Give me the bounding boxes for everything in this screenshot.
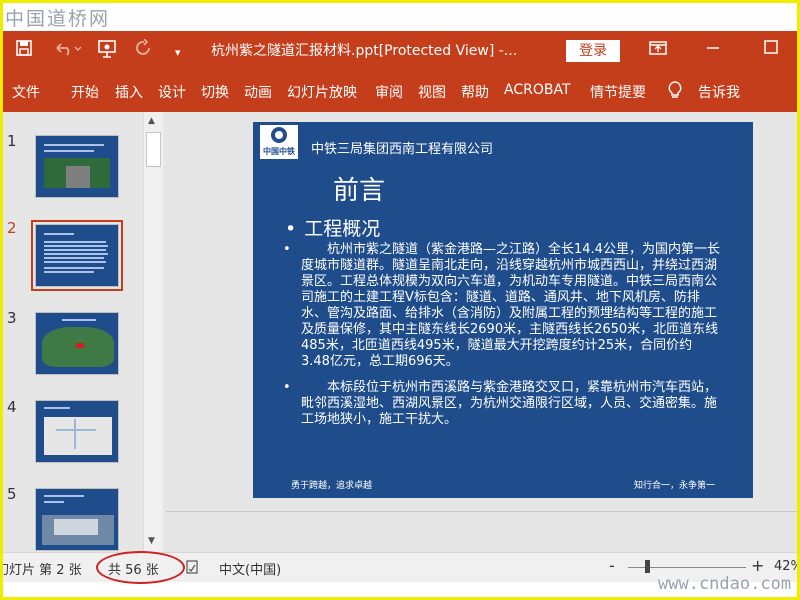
- lightbulb-icon: [668, 81, 682, 98]
- section-heading-text: 工程概况: [304, 218, 381, 240]
- tab-home[interactable]: 开始: [71, 82, 99, 102]
- undo-icon[interactable]: [53, 39, 83, 62]
- maximize-icon[interactable]: [763, 39, 779, 60]
- section-heading: • 工程概况: [285, 214, 380, 241]
- thumbnail-number: 2: [7, 219, 17, 237]
- customize-toolbar-icon[interactable]: ▾: [175, 43, 181, 63]
- notes-divider[interactable]: [166, 511, 797, 512]
- slide-thumbnail-5[interactable]: [35, 488, 119, 551]
- scroll-down-icon[interactable]: ▼: [148, 536, 155, 546]
- thumbnail-number: 5: [7, 485, 17, 503]
- tell-me-search[interactable]: 告诉我: [698, 82, 740, 102]
- document-title: 杭州紫之隧道汇报材料.ppt[Protected View] -...: [211, 43, 518, 59]
- thumbnail-scrollbar[interactable]: ▲ ▼: [143, 112, 163, 552]
- language-indicator[interactable]: 中文(中国): [219, 559, 281, 578]
- slide-title: 前言: [333, 176, 386, 206]
- tab-design[interactable]: 设计: [158, 82, 186, 102]
- ribbon-tabs: 文件 开始 插入 设计 切换 动画 幻灯片放映 审阅 视图 帮助 ACROBAT…: [3, 69, 797, 112]
- thumbnail-number: 4: [7, 398, 17, 416]
- redo-icon[interactable]: [135, 38, 153, 62]
- body-paragraph-1: • 杭州市紫之隧道（紫金港路—之江路）全长14.4公里，为国内第一长度城市隧道群…: [283, 242, 721, 370]
- bullet: •: [283, 242, 291, 257]
- watermark-bottom: www.cndao.com: [658, 574, 792, 594]
- company-logo: 中国中铁: [260, 125, 298, 159]
- tab-review[interactable]: 审阅: [375, 82, 403, 102]
- bullet: •: [283, 380, 291, 395]
- tab-animations[interactable]: 动画: [244, 82, 272, 102]
- highlight-oval: [96, 551, 185, 584]
- body-paragraph-2-text: 本标段位于杭州市西溪路与紫金港路交叉口，紧靠杭州市汽车西站，毗邻西溪湿地、西湖风…: [301, 380, 718, 427]
- watermark-top: 中国道桥网: [5, 8, 111, 30]
- slide-thumbnail-4[interactable]: [35, 400, 119, 463]
- footer-slogan-left: 勇于跨越，追求卓越: [291, 481, 373, 491]
- zoom-out-button[interactable]: -: [609, 556, 615, 575]
- title-bar: ▾ 杭州紫之隧道汇报材料.ppt[Protected View] -... 登录: [3, 31, 797, 69]
- tab-acrobat[interactable]: ACROBAT: [504, 82, 571, 98]
- tab-slideshow[interactable]: 幻灯片放映: [287, 82, 357, 102]
- tab-help[interactable]: 帮助: [461, 82, 489, 102]
- powerpoint-window: 中国道桥网 ▾ 杭州紫之隧道汇报材料.ppt[Protected View] -…: [0, 0, 800, 600]
- tab-transitions[interactable]: 切换: [201, 82, 229, 102]
- slide-position: 幻灯片 第 2 张: [0, 563, 82, 578]
- body-paragraph-2: • 本标段位于杭州市西溪路与紫金港路交叉口，紧靠杭州市汽车西站，毗邻西溪湿地、西…: [283, 380, 721, 428]
- footer-slogan-right: 知行合一，永争第一: [633, 481, 715, 491]
- company-name: 中铁三局集团西南工程有限公司: [311, 142, 494, 157]
- slide-thumbnail-1[interactable]: [35, 135, 119, 198]
- scrollbar-thumb[interactable]: [146, 132, 161, 167]
- current-slide[interactable]: 中国中铁 中铁三局集团西南工程有限公司 前言 • 工程概况 • 杭州市紫之隧道（紫…: [253, 122, 753, 498]
- slide-thumbnail-pane: 1 2 3 4 5: [3, 112, 166, 552]
- save-icon[interactable]: [15, 39, 33, 62]
- slide-thumbnail-3[interactable]: [35, 312, 119, 375]
- scroll-up-icon[interactable]: ▲: [148, 116, 155, 126]
- minimize-icon[interactable]: [705, 39, 721, 60]
- zoom-in-button[interactable]: +: [751, 556, 764, 575]
- ribbon-display-options-icon[interactable]: [648, 39, 668, 62]
- tab-insert[interactable]: 插入: [115, 82, 143, 102]
- tab-view[interactable]: 视图: [418, 82, 446, 102]
- present-from-start-icon[interactable]: [97, 39, 119, 64]
- slide-thumbnail-2[interactable]: [31, 220, 123, 291]
- login-button[interactable]: 登录: [566, 40, 620, 62]
- bullet: •: [285, 218, 297, 240]
- spelling-check-icon[interactable]: [185, 559, 199, 579]
- tab-storyboard[interactable]: 情节提要: [590, 82, 646, 102]
- body-paragraph-1-text: 杭州市紫之隧道（紫金港路—之江路）全长14.4公里，为国内第一长度城市隧道群。隧…: [301, 242, 720, 369]
- thumbnail-number: 1: [7, 132, 17, 150]
- zoom-slider-handle[interactable]: [645, 560, 650, 573]
- tab-file[interactable]: 文件: [12, 82, 40, 102]
- zoom-level[interactable]: 42%: [774, 559, 797, 574]
- thumbnail-number: 3: [7, 309, 17, 327]
